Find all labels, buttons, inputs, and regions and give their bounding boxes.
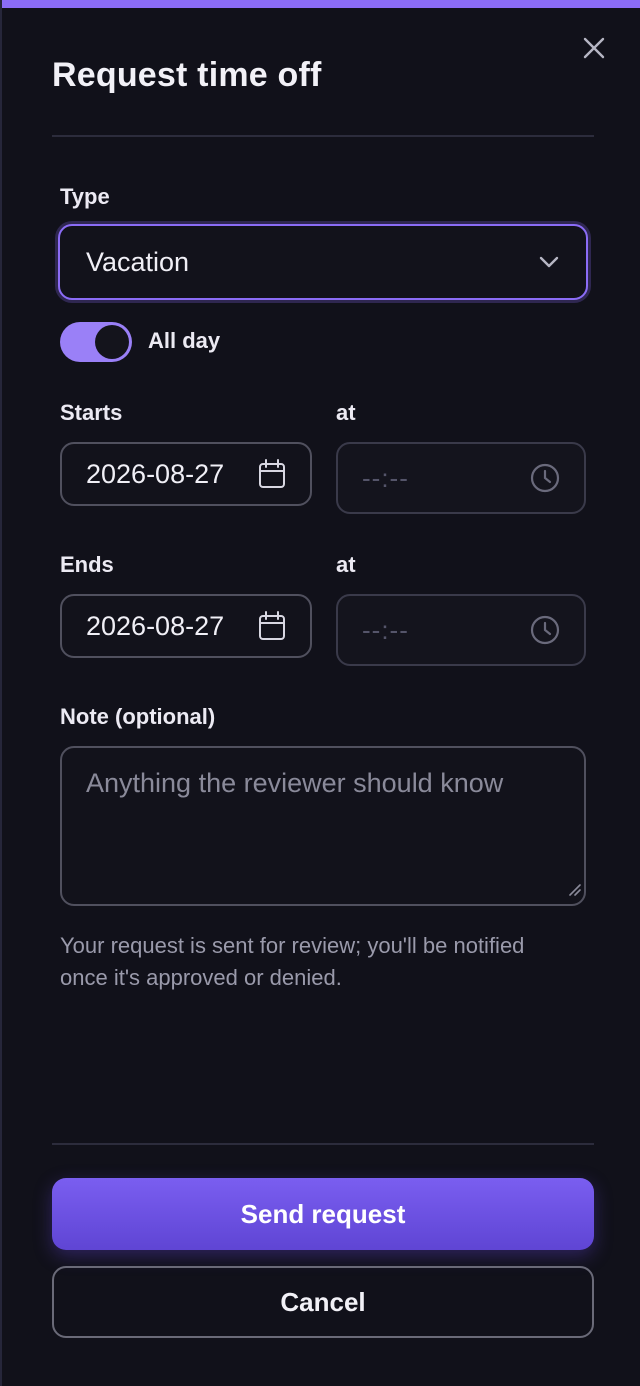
time-off-dialog: Request time off Type Vacation All day S… bbox=[0, 0, 640, 1386]
all-day-toggle[interactable] bbox=[60, 322, 132, 362]
starts-time-label: at bbox=[336, 400, 356, 425]
ends-time-placeholder: --:-- bbox=[362, 614, 409, 645]
type-select-value: Vacation bbox=[86, 246, 190, 277]
calendar-icon[interactable] bbox=[258, 611, 286, 641]
dialog-title: Request time off bbox=[52, 56, 322, 94]
header-divider bbox=[52, 135, 594, 137]
starts-label: Starts bbox=[60, 400, 123, 425]
cancel-button[interactable]: Cancel bbox=[52, 1266, 594, 1338]
starts-date-value: 2026-08-27 bbox=[86, 458, 225, 489]
clock-icon bbox=[530, 615, 560, 645]
ends-time-input[interactable]: --:-- bbox=[336, 594, 586, 666]
ends-time-label: at bbox=[336, 552, 356, 577]
ends-date-input[interactable]: 2026-08-27 bbox=[60, 594, 312, 658]
helper-text: Your request is sent for review; you'll … bbox=[60, 933, 525, 990]
starts-time-input[interactable]: --:-- bbox=[336, 442, 586, 514]
ends-label: Ends bbox=[60, 552, 114, 577]
close-icon bbox=[583, 37, 605, 59]
toggle-knob bbox=[95, 325, 129, 359]
type-label: Type bbox=[60, 184, 110, 209]
starts-date-input[interactable]: 2026-08-27 bbox=[60, 442, 312, 506]
close-button[interactable] bbox=[576, 30, 612, 66]
footer-divider bbox=[52, 1143, 594, 1145]
resize-grip-icon[interactable] bbox=[567, 882, 581, 901]
calendar-icon[interactable] bbox=[258, 459, 286, 489]
accent-bar bbox=[2, 0, 640, 8]
send-request-button[interactable]: Send request bbox=[52, 1178, 594, 1250]
clock-icon bbox=[530, 463, 560, 493]
note-placeholder: Anything the reviewer should know bbox=[86, 768, 504, 798]
starts-time-placeholder: --:-- bbox=[362, 462, 409, 493]
ends-date-value: 2026-08-27 bbox=[86, 610, 225, 641]
chevron-down-icon bbox=[538, 255, 560, 269]
note-label: Note (optional) bbox=[60, 704, 216, 729]
type-select[interactable]: Vacation bbox=[58, 224, 588, 300]
note-textarea[interactable]: Anything the reviewer should know bbox=[60, 746, 586, 906]
all-day-label: All day bbox=[148, 328, 221, 353]
